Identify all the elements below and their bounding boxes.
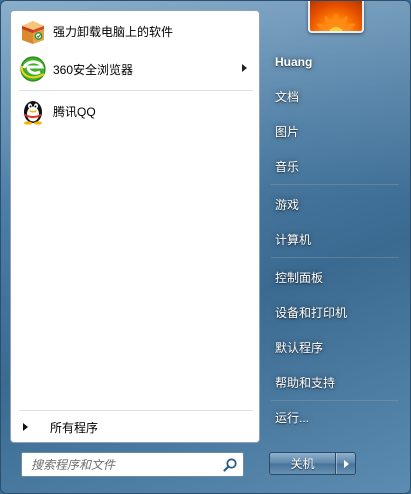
shutdown-options-button[interactable] [336,453,355,474]
default-programs-link[interactable]: 默认程序 [267,333,401,361]
uninstall-box-icon [17,15,49,47]
pinned-divider [19,90,253,91]
pinned-item-label: 360安全浏览器 [53,62,134,77]
start-menu: 强力卸载电脑上的软件 360安全浏览器 腾讯QQ 所有程序 搜索程序和文件 Hu… [0,0,411,494]
expand-arrow-icon [23,423,28,431]
default-programs-label: 默认程序 [275,340,324,355]
search-icon[interactable] [222,457,238,473]
right-divider [271,400,399,401]
shutdown-button[interactable]: 关机 [270,453,336,474]
run-link[interactable]: 运行... [267,403,401,431]
search-box[interactable] [21,452,244,477]
run-label: 运行... [275,410,310,425]
music-label: 音乐 [275,159,300,174]
flower-avatar-icon[interactable] [308,1,364,33]
all-programs-divider [19,410,253,411]
games-label: 游戏 [275,197,300,212]
games-link[interactable]: 游戏 [267,190,401,218]
control-panel-link[interactable]: 控制面板 [267,263,401,291]
right-divider [271,184,399,185]
user-name: Huang [275,55,313,69]
all-programs-button[interactable]: 所有程序 [15,415,257,439]
devices-printers-link[interactable]: 设备和打印机 [267,298,401,326]
control-panel-label: 控制面板 [275,270,324,285]
chevron-right-icon [343,459,349,468]
documents-label: 文档 [275,89,300,104]
pictures-link[interactable]: 图片 [267,117,401,145]
help-support-link[interactable]: 帮助和支持 [267,368,401,396]
pictures-label: 图片 [275,124,300,139]
right-divider [271,257,399,258]
user-folder-link[interactable]: Huang [267,48,401,76]
pinned-item-360-browser[interactable]: 360安全浏览器 [15,52,257,86]
qq-penguin-icon [17,95,49,127]
360-browser-icon [17,53,49,85]
recent-item-qq[interactable]: 腾讯QQ [15,94,257,128]
all-programs-label: 所有程序 [50,420,99,435]
submenu-arrow-icon[interactable] [242,64,247,72]
documents-link[interactable]: 文档 [267,82,401,110]
music-link[interactable]: 音乐 [267,152,401,180]
devices-printers-label: 设备和打印机 [275,305,348,320]
recent-item-label: 腾讯QQ [53,104,96,119]
programs-pane: 强力卸载电脑上的软件 360安全浏览器 腾讯QQ 所有程序 [10,10,260,443]
computer-label: 计算机 [275,232,312,247]
help-support-label: 帮助和支持 [275,375,336,390]
pinned-item-uninstaller[interactable]: 强力卸载电脑上的软件 [15,14,257,48]
search-input[interactable] [31,457,221,472]
computer-link[interactable]: 计算机 [267,225,401,253]
pinned-item-label: 强力卸载电脑上的软件 [53,24,174,39]
shutdown-button-group: 关机 [269,452,356,475]
